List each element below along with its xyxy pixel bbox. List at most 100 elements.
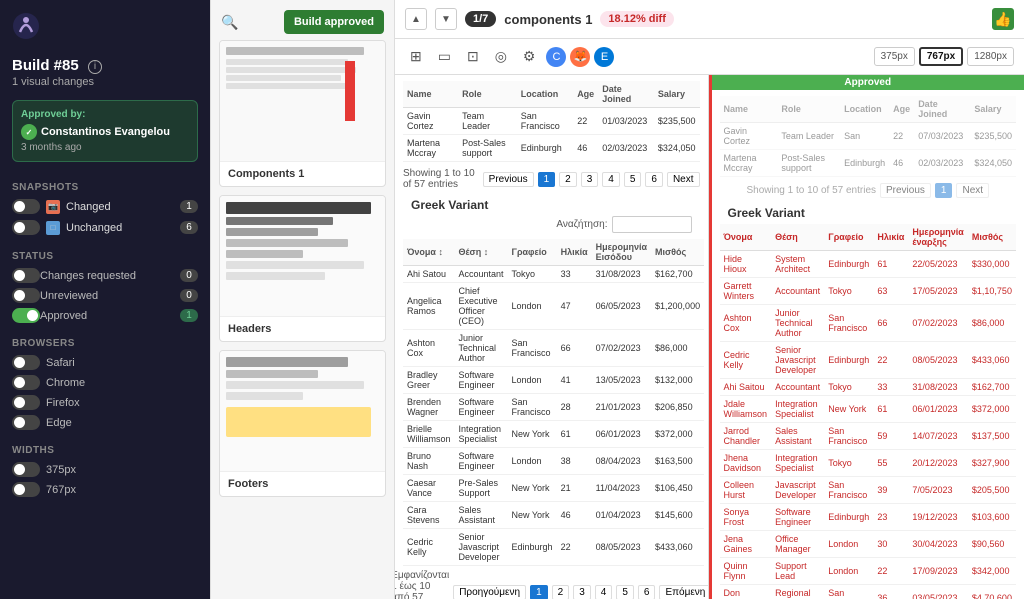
viewport-buttons: 375px 767px 1280px (874, 47, 1014, 66)
approved-banner: Approved (712, 75, 1024, 90)
greek-next-btn[interactable]: Επόμενη (659, 585, 708, 599)
prev-page-btn[interactable]: Previous (483, 172, 534, 187)
greek-page-2-btn[interactable]: 2 (552, 585, 570, 599)
page-1-btn[interactable]: 1 (538, 172, 556, 187)
changed-snapshot-row[interactable]: 📷 Changed 1 (12, 199, 198, 214)
right-page-1-btn[interactable]: 1 (935, 183, 953, 198)
greek-table-right: Όνομα Θέση Γραφείο Ηλικία Ημερομηνία ένα… (720, 224, 1017, 599)
next-page-btn[interactable]: Next (667, 172, 700, 187)
width-767-toggle[interactable] (12, 482, 40, 497)
unreviewed-toggle[interactable] (12, 288, 40, 303)
top-pagination-right: Showing 1 to 10 of 57 entries Previous 1… (720, 183, 1017, 198)
snapshot-list: Components 1 Headers (211, 40, 394, 599)
diff-toolbar: ⊞ ▭ ⊡ ◎ ⚙ C 🦊 E 375px 767px 1280px (395, 39, 1024, 75)
middle-panel: 🔍 Build approved Components 1 (210, 0, 395, 599)
sidebar: Build #85 i 1 visual changes Approved by… (0, 0, 210, 599)
table-row: Sonya FrostSoftware EngineerEdinburgh231… (720, 504, 1017, 531)
headers-card-preview (220, 196, 385, 316)
settings-view-button[interactable]: ⚙ (518, 45, 541, 68)
unreviewed-badge: 0 (180, 289, 198, 302)
unreviewed-row: Unreviewed 0 (12, 288, 198, 303)
table-row: Angelica RamosChief Executive Officer (C… (403, 283, 704, 330)
chrome-icon[interactable]: C (546, 47, 566, 67)
table-row: Martena MccrayPost-Sales supportEdinburg… (403, 135, 700, 162)
greek-page-5-btn[interactable]: 5 (616, 585, 634, 599)
greek-prev-btn[interactable]: Προηγούμενη (453, 585, 526, 599)
unchanged-toggle[interactable] (12, 220, 40, 235)
page-3-btn[interactable]: 3 (581, 172, 599, 187)
width-375-row[interactable]: 375px (12, 462, 198, 477)
safari-toggle[interactable] (12, 355, 40, 370)
desktop-view-button[interactable]: ▭ (433, 45, 456, 68)
unchanged-snapshot-row[interactable]: □ Unchanged 6 (12, 220, 198, 235)
greek-footer-pagination: Εμφανίζονται 1 έως 10 από 57 εγγραφές Πρ… (411, 570, 692, 599)
width-375-toggle[interactable] (12, 462, 40, 477)
diff-counter: 1/7 (465, 11, 496, 27)
greek-page-4-btn[interactable]: 4 (595, 585, 613, 599)
right-next-btn[interactable]: Next (956, 183, 989, 198)
build-approved-button[interactable]: Build approved (284, 10, 384, 34)
page-6-btn[interactable]: 6 (645, 172, 663, 187)
viewport-375-button[interactable]: 375px (874, 47, 915, 66)
viewport-1280-button[interactable]: 1280px (967, 47, 1014, 66)
thumbs-up-button[interactable]: 👍 (992, 8, 1014, 30)
table-row: Martena MccrayPost-Sales supportEdinburg… (720, 150, 1017, 177)
info-icon[interactable]: i (88, 60, 102, 74)
changes-requested-toggle[interactable] (12, 268, 40, 283)
user-avatar: ✓ (21, 124, 37, 140)
width-767-row[interactable]: 767px (12, 482, 198, 497)
next-diff-button[interactable]: ▼ (435, 8, 457, 30)
browsers-section-title: Browsers (12, 338, 198, 349)
top-table-right: NameRoleLocationAgeDate JoinedSalary Gav… (720, 96, 1017, 177)
greek-variant-title-left: Greek Variant (403, 198, 700, 212)
right-prev-btn[interactable]: Previous (880, 183, 931, 198)
table-row: Brenden WagnerSoftware EngineerSan Franc… (403, 394, 704, 421)
components-card-preview (220, 41, 385, 161)
table-row: Bruno NashSoftware EngineerLondon3808/04… (403, 448, 704, 475)
greek-page-3-btn[interactable]: 3 (573, 585, 591, 599)
edge-toggle[interactable] (12, 415, 40, 430)
headers-card[interactable]: Headers (219, 195, 386, 342)
diff-area: ▲ ▼ 1/7 components 1 18.12% diff 👍 ⊞ ▭ ⊡… (395, 0, 1024, 599)
widths-section-title: Widths (12, 445, 198, 456)
edge-row[interactable]: Edge (12, 415, 198, 430)
table-row: Cedric KellySenior Javascript DeveloperE… (403, 529, 704, 566)
components-card-label: Components 1 (220, 161, 385, 186)
chrome-toggle[interactable] (12, 375, 40, 390)
components-card[interactable]: Components 1 (219, 40, 386, 187)
greek-page-6-btn[interactable]: 6 (638, 585, 656, 599)
prev-diff-button[interactable]: ▲ (405, 8, 427, 30)
eye-view-button[interactable]: ◎ (490, 45, 512, 68)
greek-page-1-btn[interactable]: 1 (530, 585, 548, 599)
approved-toggle[interactable] (12, 308, 40, 323)
chrome-row[interactable]: Chrome (12, 375, 198, 390)
page-4-btn[interactable]: 4 (602, 172, 620, 187)
footers-card-label: Footers (220, 471, 385, 496)
split-view-button[interactable]: ⊞ (405, 45, 427, 68)
search-button[interactable]: 🔍 (221, 14, 238, 31)
table-row: Gavin CortezTeam LeaderSan2207/03/2023$2… (720, 123, 1017, 150)
diff-title: components 1 (504, 12, 592, 27)
changed-toggle[interactable] (12, 199, 40, 214)
table-row: Ahi SaitouAccountantTokyo3331/08/2023$16… (720, 379, 1017, 396)
diff-content: Name Role Location Age Date Joined Salar… (395, 75, 1024, 599)
unchanged-icon: □ (46, 221, 60, 235)
build-changes: 1 visual changes (12, 76, 198, 88)
firefox-row[interactable]: Firefox (12, 395, 198, 410)
top-pagination-left: Showing 1 to 10 of 57 entries Previous 1… (403, 168, 700, 190)
page-5-btn[interactable]: 5 (624, 172, 642, 187)
table-row: Bradley GreerSoftware EngineerLondon4113… (403, 367, 704, 394)
page-2-btn[interactable]: 2 (559, 172, 577, 187)
edge-icon[interactable]: E (594, 47, 614, 67)
table-row: Hide HiouxSystem ArchitectEdinburgh6122/… (720, 251, 1017, 278)
greek-search-input[interactable] (612, 216, 692, 233)
footers-card[interactable]: Footers (219, 350, 386, 497)
greek-table-left: Όνομα ↕ Θέση ↕ Γραφείο Ηλικία Ημερομηνία… (403, 239, 704, 566)
firefox-icon[interactable]: 🦊 (570, 47, 590, 67)
firefox-toggle[interactable] (12, 395, 40, 410)
browser-icon-group: C 🦊 E (546, 47, 614, 67)
greek-search-row: Αναζήτηση: (403, 216, 700, 233)
component-view-button[interactable]: ⊡ (462, 45, 484, 68)
viewport-767-button[interactable]: 767px (919, 47, 963, 66)
safari-row[interactable]: Safari (12, 355, 198, 370)
